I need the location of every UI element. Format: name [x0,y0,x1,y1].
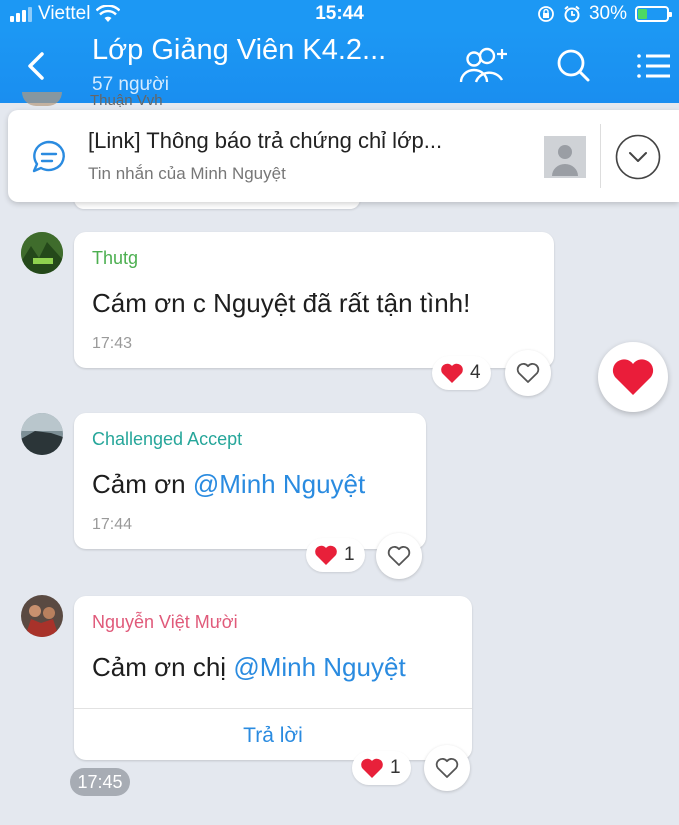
message-text-part: Cảm ơn chị [92,652,234,682]
chat-bubble-icon [32,140,65,173]
pinned-subtitle: Tin nhắn của Minh Nguyệt [88,164,286,183]
avatar[interactable] [21,232,63,274]
avatar[interactable] [21,413,63,455]
avatar-image [21,595,63,637]
divider [600,124,601,188]
sender-name[interactable]: Thutg [92,248,138,269]
rotation-lock-icon [538,6,554,22]
menu-list-icon[interactable] [632,46,676,86]
mention-link[interactable]: @Minh Nguyệt [233,652,405,682]
heart-outline-icon [387,545,411,566]
message-text: Cảm ơn chị @Minh Nguyệt [92,652,406,683]
avatar[interactable] [21,595,63,637]
link-thumbnail [544,136,586,178]
pinned-title[interactable]: [Link] Thông báo trả chứng chỉ lớp... [88,128,442,154]
message-time: 17:44 [92,516,133,533]
chevron-down-icon[interactable] [615,134,661,180]
heart-outline-icon [435,757,459,778]
heart-icon [315,545,337,565]
status-bar: Viettel 15:44 30% [0,0,679,28]
like-button[interactable] [505,350,551,396]
sender-name: Thuận Vvh [90,92,163,109]
sender-name[interactable]: Challenged Accept [92,429,242,450]
message-text: Cám ơn c Nguyệt đã rất tận tình! [92,288,471,318]
add-member-icon[interactable] [458,46,510,86]
heart-icon [361,758,383,778]
avatar-image [21,413,63,455]
sender-name[interactable]: Nguyễn Việt Mười [92,612,238,633]
reply-button[interactable]: Trả lời [74,724,472,748]
pinned-message-bar[interactable]: [Link] Thông báo trả chứng chỉ lớp... Ti… [8,110,679,202]
like-button[interactable] [376,533,422,579]
heart-icon [612,359,654,395]
mention-link[interactable]: @Minh Nguyệt [193,469,365,499]
heart-reaction-button[interactable] [598,342,668,412]
divider [74,708,472,709]
message-bubble[interactable]: Thutg Cám ơn c Nguyệt đã rất tận tình! 1… [74,232,554,368]
message-text-part: Cảm ơn [92,469,193,499]
reaction-summary[interactable]: 4 [432,356,491,390]
message-time: 17:43 [92,335,133,352]
like-button[interactable] [424,745,470,791]
heart-outline-icon [516,362,540,383]
battery-percent: 30% [588,3,627,24]
message-text: Cảm ơn @Minh Nguyệt [92,469,365,500]
heart-icon [441,363,463,383]
avatar-image [21,232,63,274]
reaction-count: 1 [390,757,401,778]
person-icon [552,145,578,176]
battery-icon [635,6,672,22]
reaction-summary[interactable]: 1 [306,538,365,572]
message-time: 17:45 [70,768,130,796]
avatar [22,92,62,106]
reaction-count: 1 [344,544,355,565]
alarm-icon [564,5,580,23]
reaction-count: 4 [470,362,481,383]
search-icon[interactable] [552,46,596,86]
reaction-summary[interactable]: 1 [352,751,411,785]
group-title[interactable]: Lớp Giảng Viên K4.2... [92,34,386,67]
message-bubble[interactable]: Nguyễn Việt Mười Cảm ơn chị @Minh Nguyệt… [74,596,472,760]
back-icon[interactable] [22,46,52,86]
message-bubble[interactable]: Challenged Accept Cảm ơn @Minh Nguyệt 17… [74,413,426,549]
